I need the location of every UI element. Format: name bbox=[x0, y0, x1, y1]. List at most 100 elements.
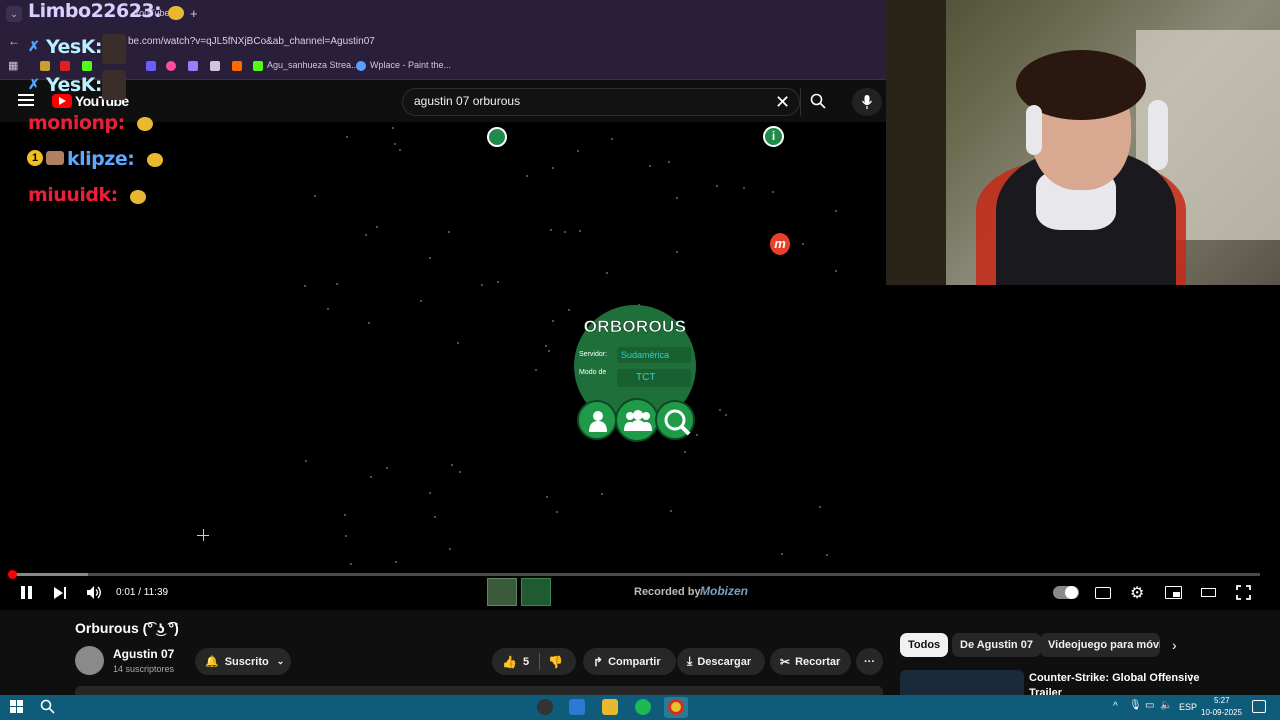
recommended-title[interactable]: Counter-Strike: Global Offensive bbox=[1029, 672, 1200, 684]
theater-mode-icon[interactable] bbox=[1201, 588, 1216, 597]
mobizen-brand-label: Mobizen bbox=[700, 584, 748, 598]
channel-name[interactable]: Agustin 07 bbox=[113, 647, 174, 661]
address-bar-url[interactable]: be.com/watch?v=qJL5fNXjBCo&ab_channel=Ag… bbox=[128, 36, 375, 47]
chip-all[interactable]: Todos bbox=[900, 633, 949, 657]
autoplay-toggle[interactable] bbox=[1053, 586, 1079, 599]
star-dot bbox=[376, 225, 379, 228]
voice-search-button[interactable] bbox=[852, 88, 882, 116]
single-player-button[interactable] bbox=[577, 400, 617, 440]
mobizen-share-icon[interactable] bbox=[521, 578, 551, 606]
tray-time[interactable]: 5:27 bbox=[1214, 696, 1230, 705]
search-divider bbox=[800, 88, 801, 116]
apps-grid-icon[interactable]: ▦ bbox=[8, 59, 18, 72]
emote-icon bbox=[168, 6, 184, 20]
star-dot bbox=[695, 433, 698, 436]
star-dot bbox=[433, 516, 436, 518]
bookmark-soundcloud-icon[interactable] bbox=[232, 61, 242, 71]
more-actions-button[interactable]: ··· bbox=[856, 648, 883, 675]
tray-network-icon[interactable]: ▭ bbox=[1145, 700, 1154, 711]
star-dot bbox=[772, 191, 775, 194]
taskbar-explorer-icon[interactable] bbox=[602, 699, 618, 715]
search-room-button[interactable] bbox=[655, 400, 695, 440]
star-dot bbox=[567, 309, 570, 312]
description-box[interactable] bbox=[75, 686, 883, 695]
tray-chevron-icon[interactable]: ^ bbox=[1113, 701, 1118, 712]
tray-speaker-icon[interactable]: 🔈 bbox=[1160, 700, 1172, 711]
settings-gear-icon[interactable]: ⚙ bbox=[1130, 583, 1144, 603]
bookmark-app-icon-2[interactable] bbox=[166, 61, 176, 71]
new-tab-icon[interactable]: + bbox=[190, 6, 198, 21]
bookmark-feather-icon[interactable] bbox=[188, 61, 198, 71]
subtitles-icon[interactable] bbox=[1095, 587, 1111, 599]
search-input[interactable]: agustin 07 orburous bbox=[414, 94, 520, 108]
bookmark-kick-icon[interactable] bbox=[82, 61, 92, 71]
channel-avatar[interactable] bbox=[75, 646, 104, 675]
dislike-icon[interactable]: 👍 bbox=[548, 655, 563, 669]
chip-mobile-games[interactable]: Videojuego para móvile bbox=[1040, 633, 1160, 657]
bookmark-label-1[interactable]: Agu_sanhueza Strea... bbox=[267, 60, 359, 70]
tab-list-chevron-icon[interactable]: ⌄ bbox=[6, 6, 22, 22]
bookmark-globe-icon[interactable] bbox=[356, 61, 366, 71]
clip-label: Recortar bbox=[795, 655, 841, 668]
star-dot bbox=[610, 137, 613, 140]
clip-button[interactable]: ✂ Recortar bbox=[770, 648, 851, 675]
clear-search-icon[interactable]: ✕ bbox=[775, 92, 790, 113]
taskbar-search-icon[interactable] bbox=[40, 699, 55, 714]
star-dot bbox=[395, 560, 398, 563]
star-dot bbox=[819, 505, 822, 508]
recommended-more-icon[interactable]: ⋮ bbox=[1185, 672, 1197, 686]
chips-next-arrow-icon[interactable]: › bbox=[1172, 637, 1177, 653]
chip-channel[interactable]: De Agustin 07 bbox=[952, 633, 1041, 657]
bookmark-mail-icon[interactable] bbox=[40, 61, 50, 71]
star-dot bbox=[451, 464, 454, 467]
search-icon[interactable] bbox=[810, 93, 826, 109]
tray-date[interactable]: 10-09-2025 bbox=[1201, 708, 1242, 717]
back-arrow-icon[interactable]: ← bbox=[8, 34, 20, 48]
share-button[interactable]: ↱ Compartir bbox=[583, 648, 676, 675]
miniplayer-icon[interactable] bbox=[1165, 586, 1182, 599]
share-icon: ↱ bbox=[593, 654, 604, 669]
windows-start-icon[interactable] bbox=[10, 700, 24, 714]
star-dot bbox=[563, 230, 566, 233]
taskbar-store-icon[interactable] bbox=[569, 699, 585, 715]
leaderboard-icon[interactable] bbox=[487, 127, 507, 147]
youtube-logo-icon[interactable] bbox=[52, 94, 72, 108]
game-title: ORBOROUS bbox=[583, 317, 687, 337]
star-dot bbox=[676, 250, 679, 253]
progress-bar-track[interactable] bbox=[10, 573, 1260, 576]
progress-scrubber[interactable] bbox=[7, 570, 17, 579]
download-button[interactable]: ⤓ Descargar bbox=[677, 648, 765, 675]
subscribed-button[interactable]: 🔔 Suscrito ⌄ bbox=[195, 648, 291, 675]
tray-mic-icon[interactable]: 🎙 bbox=[1129, 700, 1142, 711]
recommended-title-line-2[interactable]: Trailer bbox=[1029, 687, 1062, 695]
hamburger-menu-icon[interactable] bbox=[18, 94, 34, 106]
multiplayer-button[interactable] bbox=[615, 398, 659, 442]
star-dot bbox=[420, 300, 423, 303]
star-dot bbox=[343, 513, 346, 516]
taskbar-obs-icon[interactable] bbox=[537, 699, 553, 715]
bookmark-7tv-icon[interactable] bbox=[210, 61, 220, 71]
star-dot bbox=[459, 470, 462, 473]
bookmark-label-2[interactable]: Wplace - Paint the... bbox=[370, 60, 451, 70]
next-button[interactable] bbox=[54, 587, 66, 599]
info-icon[interactable]: i bbox=[763, 126, 784, 147]
taskbar-spotify-icon[interactable] bbox=[635, 699, 651, 715]
pause-button[interactable] bbox=[20, 586, 33, 599]
chat-badge-icon-2: ✗ bbox=[28, 76, 40, 92]
notification-icon[interactable] bbox=[1252, 700, 1266, 713]
bookmark-app-icon[interactable] bbox=[146, 61, 156, 71]
bookmark-kick-icon-2[interactable] bbox=[253, 61, 263, 71]
star-dot bbox=[386, 467, 388, 470]
recommended-thumbnail[interactable] bbox=[900, 670, 1024, 695]
mobizen-overlay-icon[interactable]: m bbox=[770, 233, 790, 255]
bookmark-youtube-icon[interactable] bbox=[60, 61, 70, 71]
chat-badge-icon: ✗ bbox=[28, 38, 40, 54]
like-count[interactable]: 5 bbox=[523, 656, 529, 668]
volume-icon[interactable] bbox=[86, 585, 102, 600]
like-icon[interactable]: 👍 bbox=[502, 655, 517, 669]
taskbar-chrome-icon[interactable] bbox=[668, 699, 684, 715]
fullscreen-icon[interactable] bbox=[1236, 585, 1251, 600]
tray-language[interactable]: ESP bbox=[1179, 702, 1197, 712]
server-value: Sudamérica bbox=[621, 350, 670, 360]
mobizen-camera-icon[interactable] bbox=[487, 578, 517, 606]
